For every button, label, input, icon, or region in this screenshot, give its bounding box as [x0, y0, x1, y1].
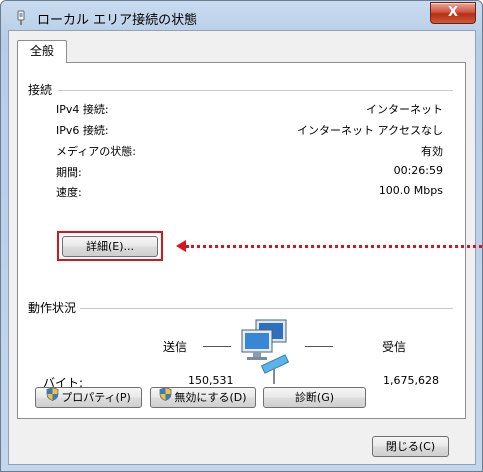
duration-label: 期間: — [56, 166, 82, 179]
dialog-window: ローカル エリア接続の状態 X 全般 接続 IPv4 接続: インターネット I… — [0, 0, 483, 472]
network-connection-icon — [13, 10, 29, 29]
properties-button[interactable]: プロパティ(P) — [35, 386, 142, 408]
connection-group-divider — [58, 90, 453, 91]
uac-shield-icon — [159, 386, 172, 408]
media-state-label: メディアの状態: — [56, 145, 136, 158]
received-dash — [305, 346, 333, 347]
ipv6-label: IPv6 接続: — [56, 124, 109, 137]
bytes-received-value: 1,675,628 — [383, 374, 439, 387]
media-state-value: 有効 — [421, 145, 443, 158]
bytes-sent-value: 150,531 — [188, 374, 234, 387]
diagnose-button[interactable]: 診断(G) — [263, 387, 366, 408]
speed-label: 速度: — [56, 186, 82, 199]
received-label: 受信 — [382, 340, 407, 354]
general-panel: 接続 IPv4 接続: インターネット IPv6 接続: インターネット アクセ… — [17, 62, 482, 419]
sent-label: 送信 — [163, 340, 188, 354]
disable-button-label: 無効にする(D) — [174, 391, 247, 404]
duration-value: 00:26:59 — [393, 164, 443, 177]
ipv4-label: IPv4 接続: — [56, 103, 109, 116]
sent-dash — [203, 346, 231, 347]
dialog-client-area: 全般 接続 IPv4 接続: インターネット IPv6 接続: インターネット … — [8, 30, 482, 465]
properties-button-label: プロパティ(P) — [61, 391, 131, 404]
ipv4-value: インターネット — [366, 103, 443, 116]
activity-group-title: 動作状況 — [28, 301, 77, 315]
disable-button[interactable]: 無効にする(D) — [150, 386, 256, 408]
close-window-button[interactable]: X — [430, 2, 476, 24]
pointer-arrow-line — [186, 245, 482, 248]
window-title: ローカル エリア接続の状態 — [37, 13, 198, 28]
tab-general[interactable]: 全般 — [17, 40, 67, 63]
network-activity-icon — [236, 316, 308, 389]
activity-group-divider — [80, 308, 453, 309]
title-bar[interactable]: ローカル エリア接続の状態 X — [1, 1, 482, 33]
close-button[interactable]: 閉じる(C) — [372, 436, 449, 457]
uac-shield-icon — [46, 386, 59, 408]
ipv6-value: インターネット アクセスなし — [297, 124, 443, 137]
pointer-arrow-icon — [176, 240, 186, 252]
connection-group-title: 接続 — [28, 83, 53, 97]
speed-value: 100.0 Mbps — [378, 184, 443, 197]
details-highlight-box — [57, 231, 163, 261]
